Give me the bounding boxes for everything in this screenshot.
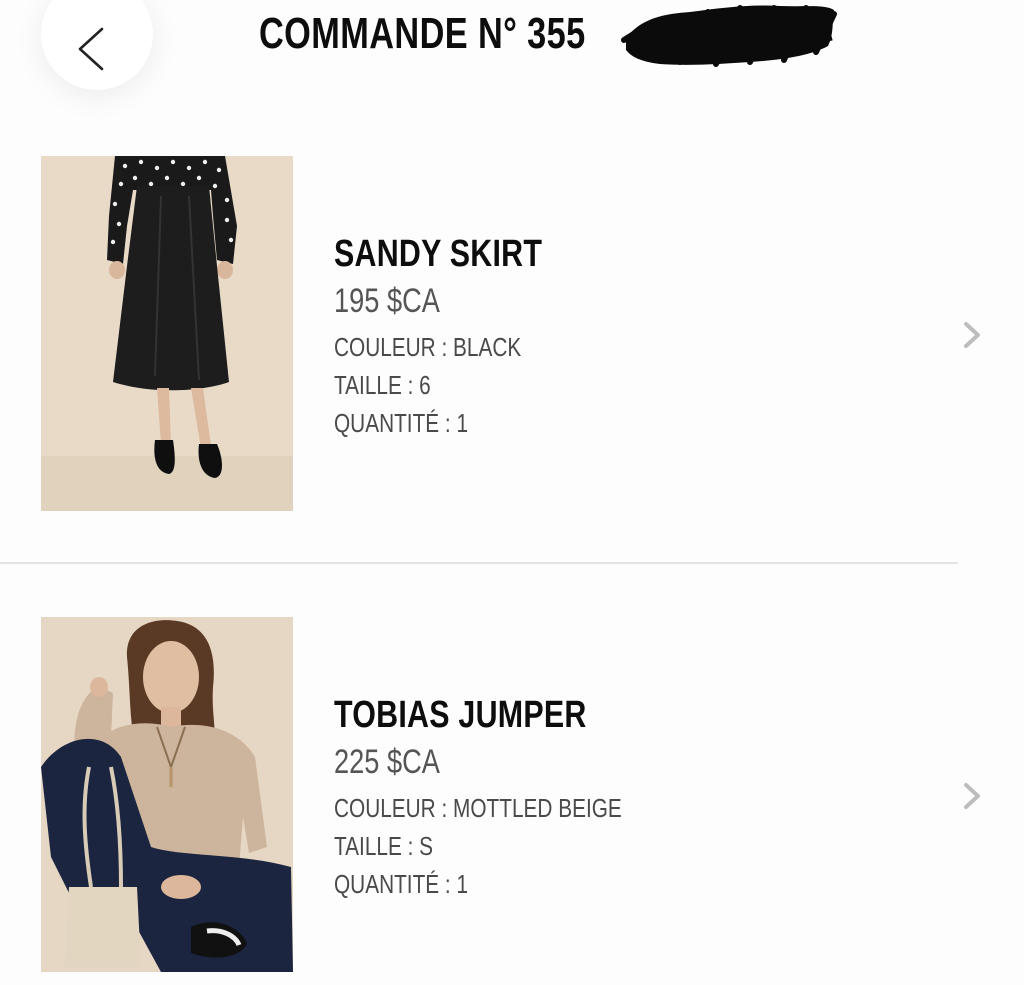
item-name: TOBIAS JUMPER [334,694,587,736]
product-image [41,617,293,972]
product-photo-skirt [41,156,293,511]
back-button[interactable] [41,0,153,90]
chevron-right-icon[interactable] [958,779,986,813]
item-price: 195 $CA [334,282,440,320]
item-quantity: QUANTITÉ : 1 [334,869,469,899]
item-details: SANDY SKIRT 195 $CA COULEUR : BLACK TAIL… [334,230,594,442]
page-title: COMMANDE N° 355 [259,9,586,58]
item-quantity: QUANTITÉ : 1 [334,408,469,438]
order-item[interactable]: SANDY SKIRT 195 $CA COULEUR : BLACK TAIL… [0,156,1024,516]
redaction-scribble [621,5,837,67]
product-photo-jumper [41,617,293,972]
chevron-right-icon[interactable] [958,318,986,352]
item-color: COULEUR : BLACK [334,332,522,362]
order-detail-screen: COMMANDE N° 355 SANDY SKIRT 195 $CA COUL… [0,0,1024,985]
item-details: TOBIAS JUMPER 225 $CA COULEUR : MOTTLED … [334,691,694,903]
item-price: 225 $CA [334,743,440,781]
item-size: TAILLE : S [334,831,434,861]
item-divider [0,562,958,564]
chevron-left-icon [78,27,104,71]
product-image [41,156,293,511]
item-size: TAILLE : 6 [334,370,431,400]
item-name: SANDY SKIRT [334,233,543,275]
order-item[interactable]: TOBIAS JUMPER 225 $CA COULEUR : MOTTLED … [0,617,1024,977]
item-color: COULEUR : MOTTLED BEIGE [334,793,622,823]
